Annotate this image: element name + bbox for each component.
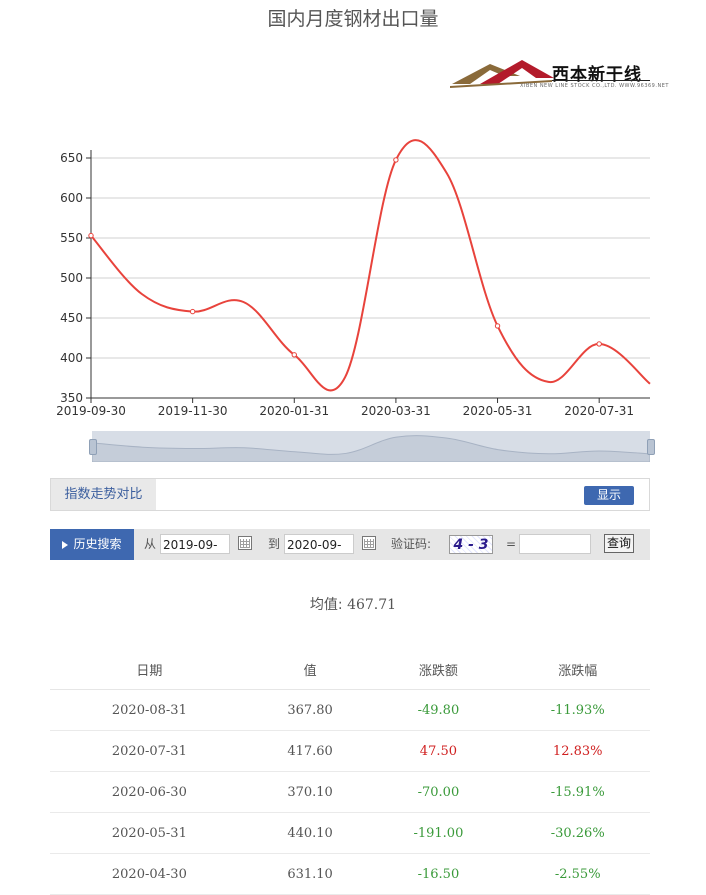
captcha-label: 验证码: [391,537,432,551]
cell-pct: -30.26% [505,812,650,854]
table-row: 2020-04-30 631.10 -16.50 -2.55% [50,853,650,895]
history-search-bar: 历史搜索 从 2019-09-07 到 2020-09-07 验证码: 4 - … [50,529,650,560]
cell-change: -49.80 [371,689,506,731]
cell-change: -191.00 [371,812,506,854]
data-point [88,232,94,239]
table-header-row: 日期 值 涨跌额 涨跌幅 [50,649,650,690]
series-points [88,157,602,358]
cell-date: 2020-07-31 [50,730,249,772]
cell-date: 2020-08-31 [50,689,249,731]
cell-pct: -2.55% [505,853,650,895]
compare-label: 指数走势对比 [51,479,156,510]
export-volume-chart: 350 400 450 500 550 600 650 2019-09-30 2019-11-… [56,139,651,418]
x-tick-label: 2020-07-31 [564,404,634,418]
cell-change: -70.00 [371,771,506,813]
x-axis: 2019-09-30 2019-11-30 2020-01-31 2020-03-31… [56,398,634,418]
data-point [393,157,399,163]
calendar-icon[interactable] [362,536,376,550]
to-label: 到 [268,537,281,551]
logo-underline [552,80,650,81]
y-tick-label: 500 [60,271,83,285]
cell-value: 440.10 [248,812,372,854]
show-button[interactable]: 显示 [584,486,634,505]
mean-summary: 均值: 467.71 [0,594,706,614]
table-row: 2020-06-30 370.10 -70.00 -15.91% [50,771,650,813]
cell-change: 47.50 [371,730,506,772]
y-tick-label: 650 [60,151,83,165]
captcha-input[interactable] [519,534,591,554]
cell-date: 2020-06-30 [50,771,249,813]
x-tick-label: 2020-01-31 [259,404,329,418]
from-label: 从 [144,537,157,551]
table-row: 2020-08-31 367.80 -49.80 -11.93% [50,689,650,731]
y-tick-label: 450 [60,311,83,325]
data-point [596,341,602,347]
page-title: 国内月度钢材出口量 [267,8,439,30]
cell-value: 370.10 [248,771,372,813]
play-icon [62,540,69,549]
data-zoom-slider[interactable] [89,431,655,462]
y-axis: 350 400 450 500 550 600 650 [60,150,92,405]
data-point [291,352,297,358]
chart-grid [91,157,650,399]
cell-pct: -11.93% [505,689,650,731]
mean-value: 467.71 [347,597,397,613]
query-button[interactable]: 查询 [604,534,634,553]
header-pct: 涨跌幅 [505,649,650,690]
y-tick-label: 550 [60,231,83,245]
y-tick-label: 600 [60,191,83,205]
equals-sign: = [506,537,517,551]
series-line [90,139,651,392]
x-tick-label: 2019-09-30 [56,404,126,418]
table-row: 2020-05-31 440.10 -191.00 -30.26% [50,812,650,854]
header-value: 值 [248,649,372,690]
index-compare-bar: 指数走势对比 显示 [50,478,650,511]
cell-date: 2020-04-30 [50,853,249,895]
data-table: 日期 值 涨跌额 涨跌幅 2020-08-31 367.80 -49.80 -1… [50,649,650,895]
y-tick-label: 350 [60,391,83,405]
cell-value: 631.10 [248,853,372,895]
data-point [494,323,501,329]
logo-subtext: XIBEN NEW LINE STOCK CO.,LTD. WWW.96369.… [520,83,669,89]
header-change: 涨跌额 [371,649,506,690]
cell-date: 2020-05-31 [50,812,249,854]
calendar-icon[interactable] [238,536,252,550]
captcha-image[interactable]: 4 - 3 [449,535,493,554]
mean-label: 均值: [309,597,343,613]
slider-left-handle[interactable] [89,439,97,455]
cell-value: 417.60 [248,730,372,772]
x-tick-label: 2019-11-30 [158,404,228,418]
slider-preview [92,435,650,462]
cell-pct: -15.91% [505,771,650,813]
cell-pct: 12.83% [505,730,650,772]
table-row: 2020-07-31 417.60 47.50 12.83% [50,730,650,772]
history-search-button[interactable]: 历史搜索 [50,529,134,560]
logo-text: 西本新干线 [552,65,642,85]
from-date-input[interactable]: 2019-09-07 [160,534,230,554]
x-tick-label: 2020-05-31 [463,404,533,418]
to-date-input[interactable]: 2020-09-07 [284,534,354,554]
header-date: 日期 [50,649,249,690]
x-tick-label: 2020-03-31 [361,404,431,418]
data-point [189,308,196,315]
slider-right-handle[interactable] [647,439,655,455]
cell-value: 367.80 [248,689,372,731]
cell-change: -16.50 [371,853,506,895]
y-tick-label: 400 [60,351,83,365]
